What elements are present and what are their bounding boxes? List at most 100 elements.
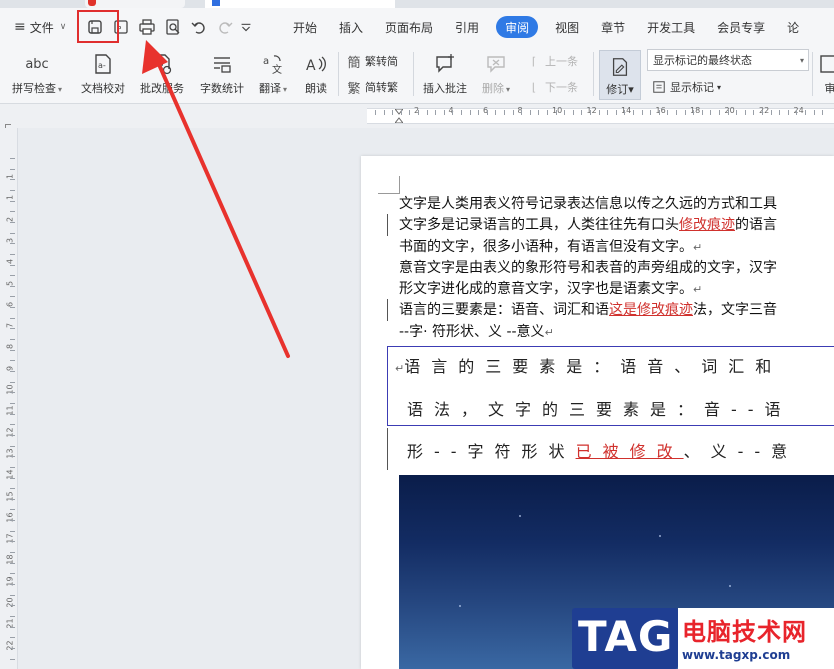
revision-insert[interactable]: 修改痕迹	[679, 217, 735, 233]
review-pane-icon	[818, 50, 834, 78]
line-text: 语法，文字的三要素是：音--语	[407, 400, 792, 419]
file-menu[interactable]: ≡ 文件 ∨	[14, 14, 66, 40]
spell-check-icon-text: abc	[25, 56, 49, 72]
ruler-tick	[658, 110, 660, 115]
delete-comment-button[interactable]: 删除 ▾	[482, 50, 510, 96]
ruler-tick	[547, 110, 548, 115]
paragraph-line[interactable]: 文字是人类用表义符号记录表达信息以传之久远的方式和工具	[399, 194, 777, 214]
svg-text:A: A	[306, 58, 316, 74]
ruler-tick	[469, 110, 471, 115]
line-text: 形文字进化成的意音文字，汉字也是语素文字。	[399, 281, 693, 297]
paragraph-line[interactable]: 意音文字是由表义的象形符号和表音的声旁组成的文字，汉字	[399, 258, 777, 278]
line-text: 形--字符形状	[407, 442, 576, 461]
simp-to-trad-button[interactable]: 繁 简转繁	[346, 79, 398, 97]
window-tab[interactable]	[85, 0, 185, 8]
show-markup-button[interactable]: 显示标记 ▾	[651, 79, 721, 95]
tab-developer[interactable]: 开发工具	[636, 16, 706, 38]
customize-quick-access-button[interactable]	[238, 14, 254, 40]
track-changes-label: 修订	[606, 83, 629, 96]
tab-view[interactable]: 视图	[544, 16, 590, 38]
toolbar-divider	[338, 52, 339, 96]
revision-insert[interactable]: 这是修改痕迹	[609, 302, 693, 318]
print-button[interactable]	[134, 14, 160, 40]
track-changes-button[interactable]: 修订▾	[599, 50, 641, 100]
batch-service-button[interactable]: 批改服务	[140, 50, 184, 96]
next-comment-button[interactable]: ⌊ 下一条	[526, 79, 578, 95]
spell-check-button[interactable]: abc 拼写检查 ▾	[12, 50, 62, 96]
undo-button[interactable]	[186, 14, 212, 40]
ruler-tick	[10, 413, 15, 415]
ruler-number: 24	[793, 106, 804, 115]
paragraph-line[interactable]: 语言的三要素是：语音、词汇和语这是修改痕迹法，文字三音	[399, 300, 777, 320]
paragraph-line[interactable]: 形文字进化成的意音文字，汉字也是语素文字。↵	[399, 279, 702, 300]
insert-comment-button[interactable]: 插入批注	[423, 50, 467, 96]
redo-button[interactable]	[212, 14, 238, 40]
ruler-tick	[10, 221, 15, 223]
tab-review[interactable]: 审阅	[496, 16, 539, 38]
tab-insert[interactable]: 插入	[328, 16, 374, 38]
spell-check-label: 拼写检查	[12, 82, 56, 95]
ruler-tick	[375, 110, 376, 115]
tab-paper[interactable]: 论	[776, 16, 810, 38]
paragraph-line[interactable]: --字· 符形状、义 --意义↵	[399, 322, 554, 343]
line-text: 的语言	[735, 217, 777, 233]
ruler-tick	[10, 466, 15, 468]
translate-button[interactable]: a文 翻译 ▾	[259, 50, 287, 96]
horizontal-ruler[interactable]: 2 4 6 8 10 12 14 16 18 20 22 24	[0, 104, 834, 128]
ruler-tick	[796, 110, 798, 115]
ruler-number: 14	[621, 106, 632, 115]
ruler-number: 22	[5, 640, 15, 651]
chevron-down-icon: ▾	[717, 82, 722, 92]
text-box-line[interactable]: 语法，文字的三要素是：音--语	[407, 396, 792, 420]
vertical-ruler[interactable]: 1 1 2 3 4 5 6 7 8 9 10 11 12 13 14 15 16 17 18 19 20 21 22	[0, 128, 18, 669]
chevron-down-icon: ▾	[58, 85, 63, 94]
window-tab-active[interactable]	[205, 0, 395, 8]
paragraph-line[interactable]: 文字多是记录语言的工具，人类往往先有口头修改痕迹的语言	[399, 215, 777, 235]
tab-home[interactable]: 开始	[282, 16, 328, 38]
ruler-number: 20	[724, 106, 735, 115]
review-pane-button[interactable]: 审	[818, 50, 834, 96]
text-box-line[interactable]: 形--字符形状已被修改、义--意	[407, 438, 798, 462]
line-text: --字· 符形状、义 --意义	[399, 324, 545, 340]
read-aloud-button[interactable]: A 朗读	[304, 50, 328, 96]
ruler-tick	[598, 110, 600, 115]
doc-proofread-label: 文档校对	[81, 82, 125, 95]
revision-insert[interactable]: 已被修改	[576, 442, 684, 461]
ruler-tick	[10, 594, 15, 596]
print-preview-button[interactable]	[160, 14, 186, 40]
indent-marker-icon[interactable]	[395, 109, 403, 123]
ruler-tick	[770, 110, 772, 115]
next-comment-label: 下一条	[545, 81, 578, 94]
word-count-button[interactable]: 字数统计	[200, 50, 244, 96]
markup-state-select[interactable]: 显示标记的最终状态 ▾	[647, 49, 809, 71]
ruler-tick	[719, 110, 720, 115]
ruler-tick	[10, 328, 15, 330]
ruler-number: 5	[5, 280, 15, 286]
tab-page-layout[interactable]: 页面布局	[374, 16, 444, 38]
trad-to-simp-label: 繁转简	[365, 55, 398, 68]
trad-to-simp-button[interactable]: 簡 繁转简	[346, 53, 398, 71]
chevron-down-icon: ▾	[628, 83, 634, 96]
line-text: 文字多是记录语言的工具，人类往往先有口头	[399, 217, 679, 233]
ruler-tick	[10, 285, 15, 287]
ruler-tick	[744, 110, 746, 115]
ruler-tick	[443, 110, 445, 115]
ruler-tick	[10, 360, 15, 362]
paragraph-line[interactable]: 书面的文字，很多小语种，有语言但没有文字。↵	[399, 237, 702, 258]
tab-member[interactable]: 会员专享	[706, 16, 776, 38]
prev-comment-button[interactable]: ⌈ 上一条	[526, 53, 578, 69]
tab-references[interactable]: 引用	[444, 16, 490, 38]
ruler-tick	[10, 371, 15, 372]
ruler-tick	[10, 584, 15, 585]
tab-section[interactable]: 章节	[590, 16, 636, 38]
doc-proofread-icon: a-	[91, 50, 115, 78]
track-changes-icon	[609, 53, 631, 81]
doc-proofread-button[interactable]: a- 文档校对	[81, 50, 125, 96]
ruler-tick	[495, 110, 497, 115]
ruler-tick	[400, 110, 402, 115]
ruler-number: 11	[5, 405, 15, 416]
ruler-tick	[521, 110, 523, 115]
text-box-line[interactable]: ↵语言的三要素是：语音、词汇和	[395, 353, 782, 377]
ruler-tick	[727, 110, 729, 115]
line-text: 语言的三要素是：语音、词汇和语	[399, 302, 609, 318]
